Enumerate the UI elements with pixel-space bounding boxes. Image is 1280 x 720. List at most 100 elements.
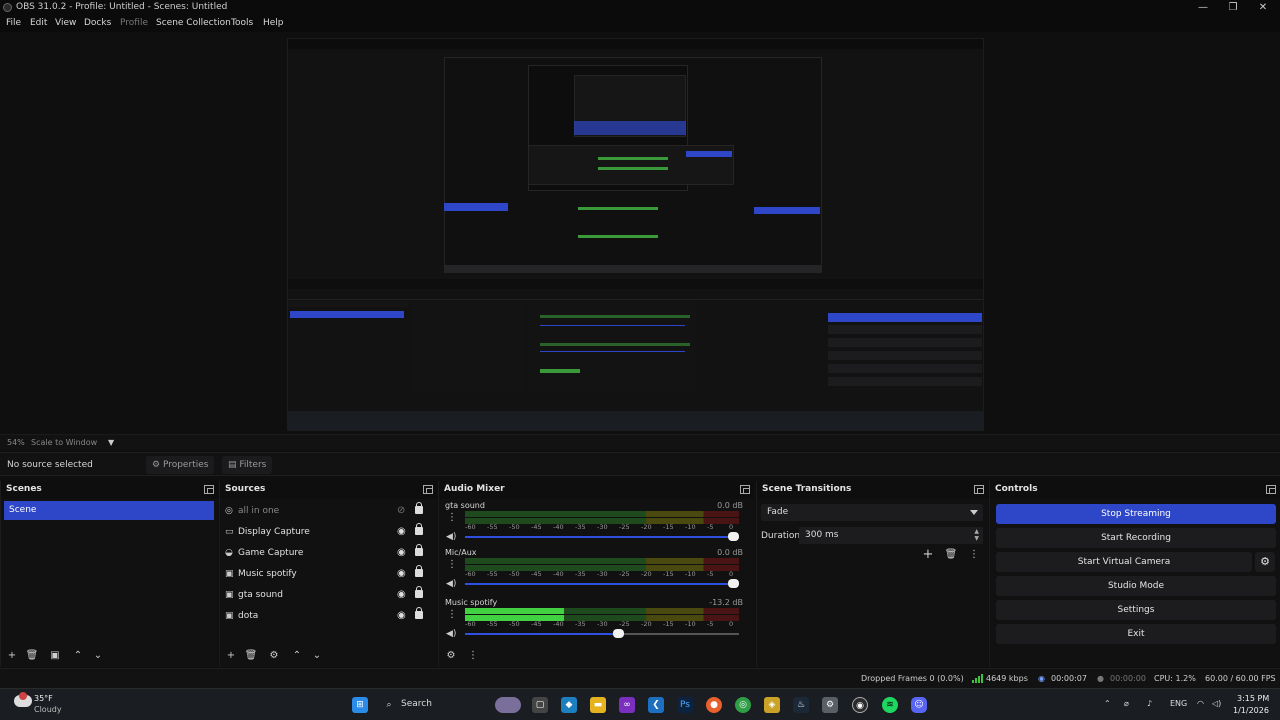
copilot-icon[interactable]: ◆ (561, 697, 577, 713)
obs-taskbar-icon[interactable]: ◉ (852, 697, 868, 713)
trash-icon[interactable]: 🗑 (944, 548, 958, 562)
start-virtual-camera-button[interactable]: Start Virtual Camera (996, 552, 1252, 572)
kebab-menu-icon[interactable]: ⋮ (447, 512, 457, 523)
source-item[interactable]: ▭ Display Capture ◉ (225, 523, 430, 542)
firefox-icon[interactable]: ● (706, 697, 722, 713)
transition-select[interactable]: Fade (761, 504, 983, 521)
speaker-icon[interactable]: ◀) (446, 629, 456, 639)
virtual-camera-settings-icon[interactable]: ⚙ (1255, 552, 1275, 572)
undock-icon[interactable] (974, 485, 984, 494)
task-view-icon[interactable]: ▢ (532, 697, 548, 713)
steam-icon[interactable]: ♨ (793, 697, 809, 713)
kebab-menu-icon[interactable]: ⋮ (967, 548, 981, 562)
windows-start-icon[interactable]: ⊞ (352, 697, 368, 713)
app-icon[interactable]: ◈ (764, 697, 780, 713)
file-explorer-icon[interactable]: ▬ (590, 697, 606, 713)
clock-time[interactable]: 3:15 PM (1237, 694, 1269, 703)
menu-file[interactable]: File (6, 18, 21, 28)
source-item[interactable]: ▣ dota ◉ (225, 607, 430, 626)
menu-profile[interactable]: Profile (120, 18, 148, 28)
settings-button[interactable]: Settings (996, 600, 1276, 620)
minimize-button[interactable]: — (1188, 0, 1218, 16)
clock-date[interactable]: 1/1/2026 (1233, 706, 1269, 715)
menu-scene-collection[interactable]: Scene Collection (156, 18, 231, 28)
preview-canvas[interactable] (287, 38, 984, 431)
menu-help[interactable]: Help (263, 18, 284, 28)
kebab-menu-icon[interactable]: ⋮ (447, 559, 457, 570)
lock-icon[interactable] (415, 523, 423, 535)
speaker-icon[interactable]: ◀) (446, 579, 456, 589)
lock-icon[interactable] (415, 544, 423, 556)
eye-icon[interactable]: ◉ (397, 610, 406, 621)
fader-knob[interactable] (728, 532, 739, 541)
eye-icon[interactable]: ◉ (397, 589, 406, 600)
source-item[interactable]: ◎ all in one ⊘ (225, 502, 430, 521)
undock-icon[interactable] (1266, 485, 1276, 494)
menu-view[interactable]: View (55, 18, 76, 28)
studio-mode-button[interactable]: Studio Mode (996, 576, 1276, 596)
add-source-button[interactable]: + (224, 649, 238, 663)
volume-fader[interactable] (465, 532, 739, 541)
filters-button[interactable]: ▤ Filters (222, 456, 273, 474)
lock-icon[interactable] (415, 607, 423, 619)
speaker-icon[interactable]: ◀) (446, 532, 456, 542)
stop-streaming-button[interactable]: Stop Streaming (996, 504, 1276, 524)
trash-icon[interactable]: 🗑 (25, 649, 39, 663)
volume-icon[interactable]: ◁) (1212, 699, 1221, 708)
fader-knob[interactable] (612, 629, 624, 638)
menu-edit[interactable]: Edit (30, 18, 47, 28)
search-highlight-icon[interactable] (495, 697, 521, 713)
mixer-settings-icon[interactable]: ⚙ (444, 649, 458, 663)
move-down-icon[interactable]: ⌄ (91, 649, 105, 663)
add-scene-button[interactable]: + (5, 649, 19, 663)
undock-icon[interactable] (204, 485, 214, 494)
scene-item[interactable]: Scene (4, 501, 214, 520)
spotify-icon[interactable]: ≋ (882, 697, 898, 713)
menu-docks[interactable]: Docks (84, 18, 111, 28)
kebab-menu-icon[interactable]: ⋮ (466, 649, 480, 663)
undock-icon[interactable] (423, 485, 433, 494)
kebab-menu-icon[interactable]: ⋮ (447, 609, 457, 620)
maximize-button[interactable]: ❐ (1218, 0, 1248, 16)
vscode-icon[interactable]: ❮ (648, 697, 664, 713)
eye-off-icon[interactable]: ⊘ (397, 505, 405, 516)
chevron-down-icon[interactable]: ▼ (108, 438, 114, 447)
settings-app-icon[interactable]: ⚙ (822, 697, 838, 713)
scene-filters-button[interactable]: ▣ (48, 649, 62, 663)
move-up-icon[interactable]: ⌃ (71, 649, 85, 663)
scale-mode-select[interactable]: Scale to Window (31, 438, 97, 447)
source-item[interactable]: ▣ Music spotify ◉ (225, 565, 430, 584)
add-transition-button[interactable]: + (921, 548, 935, 562)
menu-tools[interactable]: Tools (231, 18, 253, 28)
volume-fader[interactable] (465, 629, 739, 638)
lock-icon[interactable] (415, 586, 423, 598)
properties-button[interactable]: ⚙ Properties (146, 456, 215, 474)
source-item[interactable]: ▣ gta sound ◉ (225, 586, 430, 605)
gear-icon[interactable]: ⚙ (267, 649, 281, 663)
taskbar-search[interactable]: Search (401, 699, 432, 709)
move-down-icon[interactable]: ⌄ (310, 649, 324, 663)
lock-icon[interactable] (415, 502, 423, 514)
visual-studio-icon[interactable]: ∞ (619, 697, 635, 713)
tray-chevron-up-icon[interactable]: ⌃ (1104, 699, 1111, 708)
eye-icon[interactable]: ◉ (397, 568, 406, 579)
duration-input[interactable]: 300 ms ▲ ▼ (799, 527, 983, 544)
eye-icon[interactable]: ◉ (397, 526, 406, 537)
language-indicator[interactable]: ENG (1170, 699, 1187, 708)
weather-icon[interactable] (14, 692, 32, 707)
mic-icon[interactable]: ♪ (1147, 699, 1152, 708)
start-recording-button[interactable]: Start Recording (996, 528, 1276, 548)
spinner-icon[interactable]: ▲ ▼ (974, 528, 979, 542)
exit-button[interactable]: Exit (996, 624, 1276, 644)
wifi-icon[interactable]: ◠ (1197, 699, 1204, 708)
move-up-icon[interactable]: ⌃ (290, 649, 304, 663)
close-button[interactable]: ✕ (1248, 0, 1278, 16)
photoshop-icon[interactable]: Ps (677, 697, 693, 713)
trash-icon[interactable]: 🗑 (244, 649, 258, 663)
lock-icon[interactable] (415, 565, 423, 577)
bell-off-icon[interactable]: ⌀ (1124, 699, 1129, 708)
eye-icon[interactable]: ◉ (397, 547, 406, 558)
discord-icon[interactable]: ☺ (911, 697, 927, 713)
chrome-icon[interactable]: ◎ (735, 697, 751, 713)
volume-fader[interactable] (465, 579, 739, 588)
